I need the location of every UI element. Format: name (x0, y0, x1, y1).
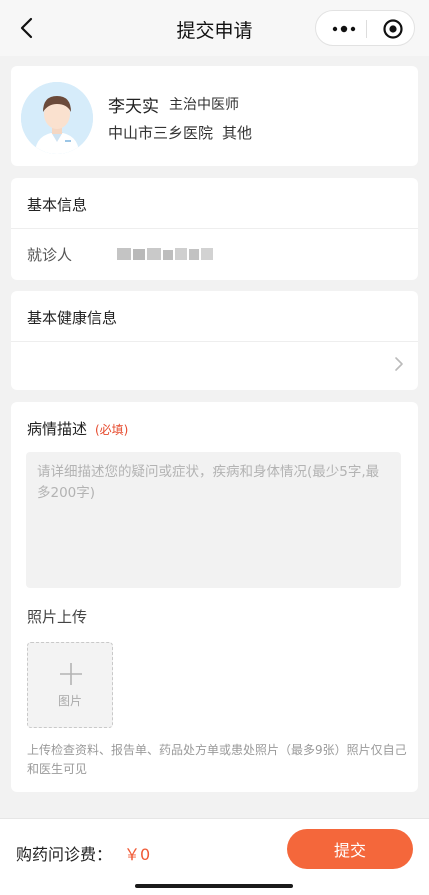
footer-bar: 购药问诊费： ￥0 提交 (0, 818, 429, 895)
mini-program-capsule (315, 10, 415, 46)
fee-label: 购药问诊费： (16, 845, 113, 864)
health-info-title: 基本健康信息 (27, 309, 118, 327)
plus-icon (60, 663, 82, 685)
photo-upload-title: 照片上传 (27, 608, 88, 626)
doctor-avatar-icon (21, 82, 93, 154)
doctor-card: 李天实 主治中医师 中山市三乡医院 其他 (11, 66, 418, 166)
doctor-title: 主治中医师 (169, 97, 239, 113)
patient-label: 就诊人 (27, 246, 73, 264)
photo-upload-label: 图片 (57, 694, 82, 708)
fee-value: ￥0 (124, 845, 151, 864)
nav-bar: 提交申请 (0, 0, 429, 56)
more-dots-icon[interactable] (331, 20, 357, 38)
basic-info-title: 基本信息 (27, 196, 88, 214)
chevron-right-icon[interactable] (394, 356, 404, 372)
photo-upload-button[interactable]: 图片 (27, 642, 113, 728)
health-info-card[interactable]: 基本健康信息 (11, 291, 418, 390)
doctor-department: 其他 (222, 124, 253, 142)
patient-name-redacted[interactable] (117, 246, 217, 262)
doctor-avatar (21, 82, 93, 154)
required-tag: (必填) (95, 423, 129, 437)
description-card: 病情描述 (必填) 照片上传 图片 上传检查资料、报告单、药品处方单或患处照片（… (11, 402, 418, 792)
doctor-name: 李天实 (108, 97, 159, 117)
submit-button[interactable]: 提交 (287, 829, 413, 869)
doctor-hospital: 中山市三乡医院 (108, 124, 214, 142)
basic-info-card: 基本信息 就诊人 (11, 178, 418, 280)
description-title: 病情描述 (27, 420, 88, 438)
capsule-divider (366, 20, 367, 38)
divider (11, 228, 418, 229)
target-circle-icon[interactable] (382, 18, 404, 40)
home-indicator (135, 884, 293, 888)
description-input[interactable] (26, 452, 401, 588)
photo-upload-hint: 上传检查资料、报告单、药品处方单或患处照片（最多9张）照片仅自己和医生可见 (27, 743, 407, 776)
divider (11, 341, 418, 342)
